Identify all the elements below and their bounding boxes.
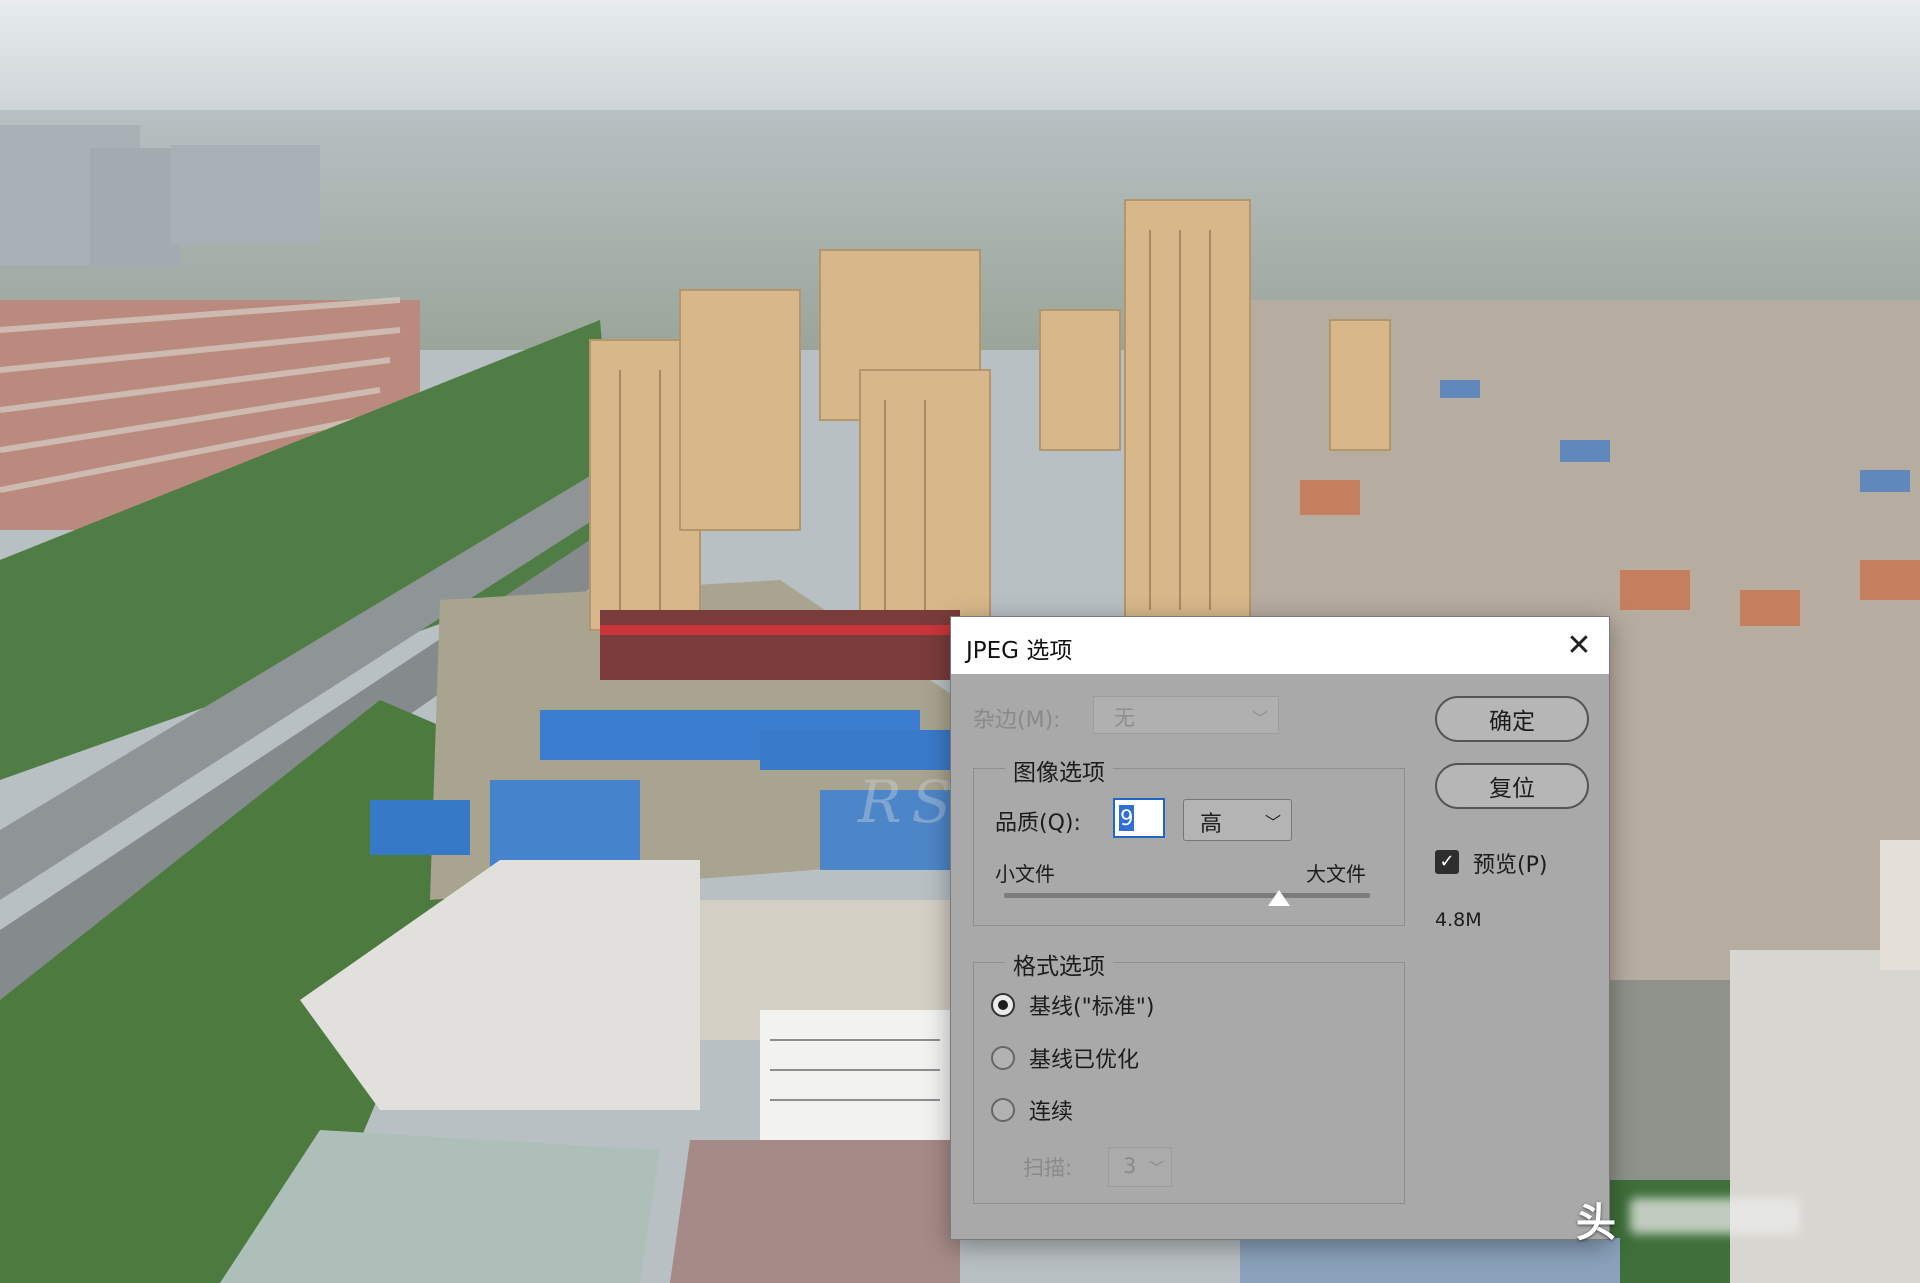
matte-label: 杂边(M): <box>973 708 1061 733</box>
quality-level-dropdown[interactable]: 高 ﹀ <box>1183 799 1292 841</box>
matte-value: 无 <box>1114 706 1135 730</box>
chevron-down-icon: ﹀ <box>1251 709 1268 728</box>
large-file-label: 大文件 <box>1306 862 1366 886</box>
format-option-label: 基线("标准") <box>1029 995 1155 1020</box>
file-size: 4.8M <box>1435 909 1482 931</box>
reset-button[interactable]: 复位 <box>1435 763 1589 809</box>
radio-baseline-standard[interactable] <box>991 993 1015 1017</box>
radio-baseline-optimized[interactable] <box>991 1046 1015 1070</box>
image-options-title: 图像选项 <box>1005 753 1113 787</box>
close-button[interactable]: ✕ <box>1559 625 1599 665</box>
scan-value: 3 <box>1123 1154 1137 1178</box>
radio-progressive[interactable] <box>991 1098 1015 1122</box>
scan-label: 扫描: <box>1023 1156 1073 1180</box>
dialog-title: JPEG 选项 <box>966 638 1073 664</box>
image-options-group <box>973 768 1405 926</box>
chevron-down-icon: ﹀ <box>1264 813 1281 832</box>
ok-button[interactable]: 确定 <box>1435 696 1589 742</box>
quality-input[interactable]: 9 <box>1113 798 1165 838</box>
jpeg-options-dialog: JPEG 选项 ✕ 杂边(M): 无 ﹀ 图像选项 品质(Q): 9 高 ﹀ 小… <box>950 616 1610 1240</box>
preview-checkbox[interactable]: ✓ <box>1435 850 1459 874</box>
blurred-watermark <box>1630 1198 1800 1234</box>
format-options-title: 格式选项 <box>1005 947 1113 981</box>
matte-dropdown[interactable]: 无 ﹀ <box>1093 696 1279 734</box>
close-icon: ✕ <box>1566 627 1592 663</box>
quality-level-value: 高 <box>1200 812 1223 837</box>
small-file-label: 小文件 <box>995 862 1055 886</box>
preview-label: 预览(P) <box>1473 853 1548 878</box>
quality-label: 品质(Q): <box>995 811 1081 836</box>
dialog-titlebar: JPEG 选项 ✕ <box>951 617 1609 674</box>
chevron-down-icon: ﹀ <box>1148 1159 1164 1177</box>
quality-value: 9 <box>1119 805 1135 831</box>
format-option-label: 基线已优化 <box>1029 1048 1140 1073</box>
quality-slider[interactable] <box>1004 893 1370 898</box>
quality-slider-thumb[interactable] <box>1267 890 1290 906</box>
watermark-corner: 头 <box>1576 1200 1616 1246</box>
format-option-label: 连续 <box>1029 1100 1074 1125</box>
scan-dropdown[interactable]: 3 ﹀ <box>1108 1147 1172 1187</box>
